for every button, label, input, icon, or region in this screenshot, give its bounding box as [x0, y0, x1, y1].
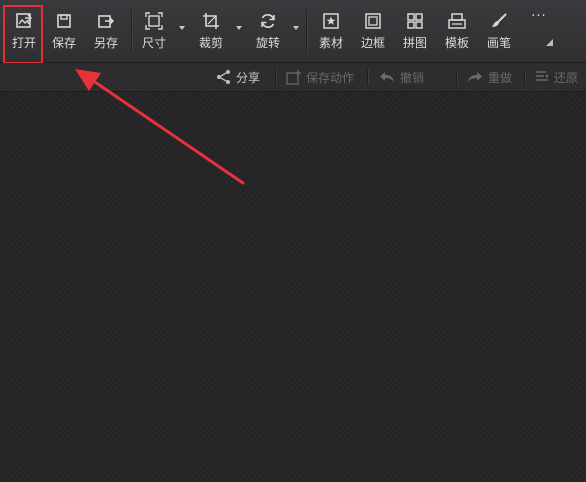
annotation-arrow — [75, 69, 245, 185]
